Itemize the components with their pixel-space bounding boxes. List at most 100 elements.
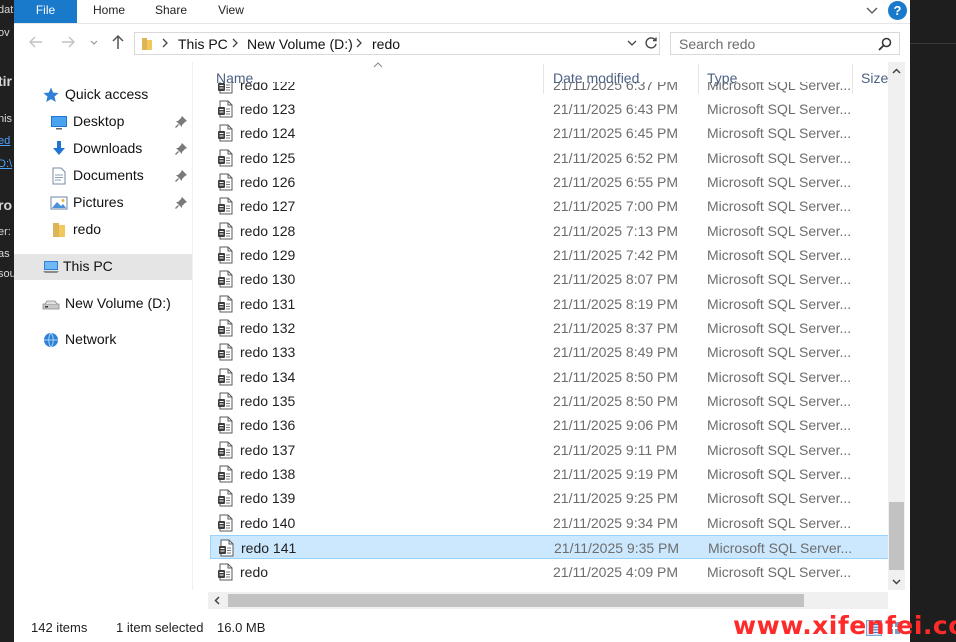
nav-downloads[interactable]: Downloads [50, 136, 190, 162]
chevron-right-icon[interactable] [159, 36, 171, 50]
file-row[interactable]: redo 130 21/11/2025 8:07 PM Microsoft SQL … [210, 267, 890, 291]
file-row[interactable]: redo 124 21/11/2025 6:45 PM Microsoft SQL … [210, 121, 890, 145]
file-name: redo 140 [240, 514, 296, 531]
download-arrow-icon [53, 141, 65, 155]
up-arrow-icon[interactable] [108, 32, 128, 52]
file-type: Microsoft SQL Server... [707, 514, 852, 531]
file-row[interactable]: redo 134 21/11/2025 8:50 PM Microsoft SQL … [210, 365, 890, 389]
file-row[interactable]: redo 140 21/11/2025 9:34 PM Microsoft SQL … [210, 511, 890, 535]
file-row[interactable]: redo 137 21/11/2025 9:11 PM Microsoft SQL … [210, 438, 890, 462]
tab-view[interactable]: View [205, 0, 257, 23]
sql-log-file-icon [218, 246, 233, 264]
file-row[interactable]: redo 138 21/11/2025 9:19 PM Microsoft SQL … [210, 462, 890, 486]
nav-network[interactable]: Network [42, 327, 190, 353]
file-row[interactable]: redo 135 21/11/2025 8:50 PM Microsoft SQL … [210, 389, 890, 413]
sql-log-file-icon [218, 197, 233, 215]
file-type: Microsoft SQL Server... [707, 222, 852, 239]
file-explorer-window: File Home Share View ? This PC New Volum… [14, 0, 910, 642]
file-row[interactable]: redo 126 21/11/2025 6:55 PM Microsoft SQL … [210, 170, 890, 194]
nav-this-pc[interactable]: This PC [14, 254, 192, 280]
star-icon [43, 87, 59, 102]
chevron-right-icon[interactable] [353, 36, 365, 50]
column-header-type[interactable]: Type [699, 64, 853, 94]
file-row[interactable]: redo 132 21/11/2025 8:37 PM Microsoft SQL … [210, 316, 890, 340]
vertical-scroll-thumb[interactable] [889, 502, 904, 570]
file-row[interactable]: redo 129 21/11/2025 7:42 PM Microsoft SQL … [210, 243, 890, 267]
expand-ribbon-chevron-icon[interactable] [864, 2, 880, 18]
scroll-up-arrow-icon[interactable] [891, 66, 902, 77]
sql-log-file-icon [218, 270, 233, 288]
file-row[interactable]: redo 125 21/11/2025 6:52 PM Microsoft SQL … [210, 146, 890, 170]
pin-icon[interactable] [174, 169, 188, 183]
column-header-size[interactable]: Size [853, 64, 893, 94]
nav-label: This PC [63, 258, 113, 274]
column-header-date-modified[interactable]: Date modified [545, 64, 699, 94]
file-date-modified: 21/11/2025 6:52 PM [553, 149, 679, 166]
nav-drive-d[interactable]: New Volume (D:) [42, 291, 190, 317]
scroll-down-arrow-icon[interactable] [891, 576, 902, 587]
back-arrow-icon[interactable] [26, 32, 46, 52]
file-row[interactable]: redo 139 21/11/2025 9:25 PM Microsoft SQL … [210, 486, 890, 510]
file-row[interactable]: redo 128 21/11/2025 7:13 PM Microsoft SQL … [210, 219, 890, 243]
pane-splitter[interactable] [192, 62, 193, 590]
nav-desktop[interactable]: Desktop [50, 109, 190, 135]
breadcrumb-this-pc[interactable]: This PC [178, 36, 228, 52]
nav-label: Quick access [65, 86, 149, 102]
file-row[interactable]: redo 136 21/11/2025 9:06 PM Microsoft SQL … [210, 413, 890, 437]
status-selection-size: 16.0 MB [217, 620, 266, 635]
forward-arrow-icon[interactable] [58, 32, 78, 52]
help-button[interactable]: ? [888, 1, 907, 20]
scroll-left-arrow-icon[interactable] [212, 595, 223, 606]
tab-home[interactable]: Home [81, 0, 137, 23]
tab-share[interactable]: Share [145, 0, 197, 23]
file-date-modified: 21/11/2025 8:50 PM [553, 393, 679, 410]
file-type: Microsoft SQL Server... [707, 368, 852, 385]
file-type: Microsoft SQL Server... [707, 320, 852, 336]
horizontal-scroll-thumb[interactable] [228, 594, 804, 607]
breadcrumb-redo[interactable]: redo [372, 36, 400, 52]
nav-documents[interactable]: Documents [50, 163, 190, 189]
recent-locations-chevron-icon[interactable] [88, 32, 100, 52]
column-header-name[interactable]: Name [208, 64, 544, 94]
background-text: ov [0, 27, 10, 39]
file-type: Microsoft SQL Server... [707, 295, 852, 312]
file-row[interactable]: redo 127 21/11/2025 7:00 PM Microsoft SQL … [210, 194, 890, 218]
pin-icon[interactable] [174, 115, 188, 129]
file-date-modified: 21/11/2025 6:43 PM [553, 100, 679, 117]
file-row[interactable]: redo 133 21/11/2025 8:49 PM Microsoft SQL … [210, 340, 890, 364]
address-history-chevron-icon[interactable] [625, 36, 639, 50]
desktop-icon [51, 116, 67, 130]
background-link: D:\ [0, 158, 13, 170]
chevron-right-icon[interactable] [229, 36, 241, 50]
sql-log-file-icon [218, 295, 233, 313]
address-bar[interactable]: This PC New Volume (D:) redo [134, 32, 660, 55]
breadcrumb-new-volume[interactable]: New Volume (D:) [247, 36, 353, 52]
nav-label: redo [73, 221, 102, 237]
file-row[interactable]: redo 141 21/11/2025 9:35 PM Microsoft SQL … [210, 535, 890, 560]
nav-redo-folder[interactable]: redo [50, 217, 190, 243]
pin-icon[interactable] [174, 142, 188, 156]
search-icon[interactable] [877, 36, 893, 52]
sql-log-file-icon [218, 489, 233, 507]
pin-icon[interactable] [174, 196, 188, 210]
nav-pictures[interactable]: Pictures [50, 190, 190, 216]
watermark-text: www.xifenfei.com [733, 611, 956, 640]
file-type: Microsoft SQL Server... [708, 540, 853, 557]
nav-quick-access[interactable]: Quick access [42, 82, 190, 108]
file-name: redo 132 [240, 320, 296, 336]
file-row[interactable]: redo 21/11/2025 4:09 PM Microsoft SQL Serv… [210, 560, 890, 584]
file-name: redo 134 [240, 368, 296, 385]
search-box[interactable]: Search redo [670, 32, 900, 55]
document-icon [52, 167, 66, 185]
file-row[interactable]: redo 123 21/11/2025 6:43 PM Microsoft SQL … [210, 97, 890, 121]
horizontal-scrollbar[interactable] [208, 592, 888, 609]
sql-log-file-icon [218, 563, 233, 580]
sql-log-file-icon [218, 222, 233, 240]
refresh-icon[interactable] [643, 35, 659, 51]
file-date-modified: 21/11/2025 9:35 PM [554, 540, 680, 557]
file-row[interactable]: redo 131 21/11/2025 8:19 PM Microsoft SQL … [210, 292, 890, 316]
network-icon [44, 332, 58, 348]
file-type: Microsoft SQL Server... [707, 563, 852, 580]
vertical-scrollbar[interactable] [888, 62, 905, 590]
tab-file[interactable]: File [14, 0, 77, 23]
